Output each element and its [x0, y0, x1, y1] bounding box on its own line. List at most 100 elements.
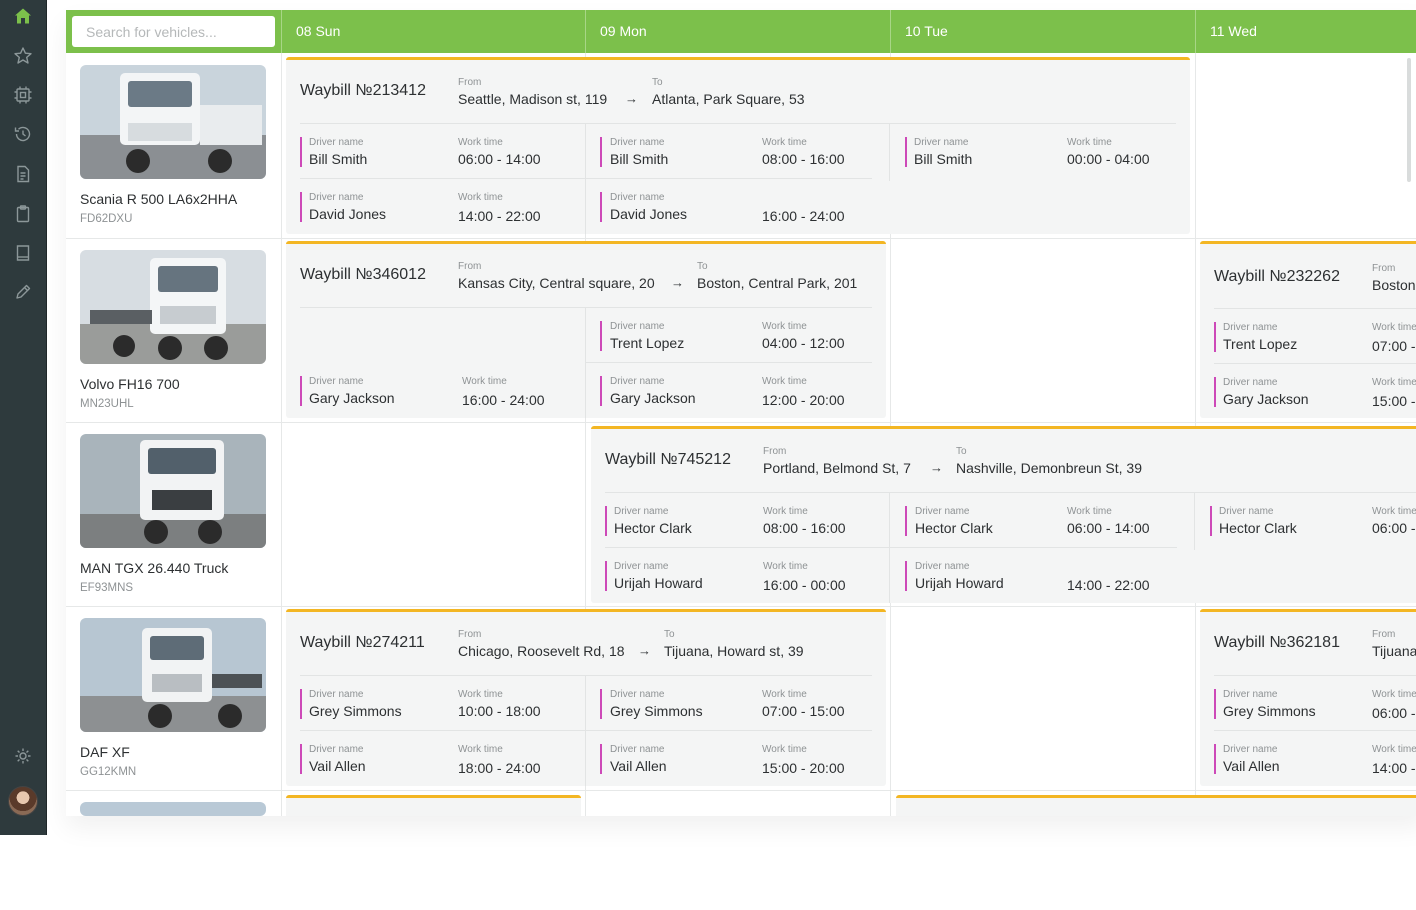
driver-name: David Jones [610, 206, 688, 222]
work-time: 10:00 - 18:00 [458, 703, 541, 719]
day-header-tue: 10 Tue [890, 10, 1195, 53]
work-time: 07:00 - [1372, 338, 1416, 354]
waybill-card[interactable]: Waybill №213412 From Seattle, Madison st… [286, 57, 1190, 234]
from-address: Portland, Belmond St, 7 [763, 460, 911, 476]
waybill-card[interactable] [896, 795, 1416, 816]
home-icon[interactable] [13, 6, 33, 26]
settings-icon[interactable] [13, 746, 33, 766]
vertical-scrollbar[interactable] [1407, 58, 1411, 182]
from-address: Tijuana [1372, 643, 1416, 659]
driver-name: Grey Simmons [610, 703, 703, 719]
from-address: Boston [1372, 277, 1416, 293]
from-label: From [1372, 629, 1396, 640]
to-label: To [664, 629, 675, 640]
driver-label: Driver name [610, 376, 665, 387]
from-address: Seattle, Madison st, 119 [458, 91, 608, 107]
work-time: 16:00 - 24:00 [462, 392, 545, 408]
day-header-wed: 11 Wed [1195, 10, 1416, 53]
driver-name: Urijah Howard [915, 575, 1004, 591]
driver-name: David Jones [309, 206, 387, 222]
arrow-right-icon: → [930, 460, 943, 475]
from-label: From [458, 629, 482, 640]
work-time: 15:00 - 20:00 [762, 760, 845, 776]
book-icon[interactable] [13, 243, 33, 263]
from-label: From [458, 77, 482, 88]
work-time: 16:00 - 00:00 [763, 577, 846, 593]
work-label: Work time [1372, 322, 1416, 333]
waybill-card[interactable]: Waybill №362181 From Tijuana Driver name… [1200, 609, 1416, 786]
to-address: Atlanta, Park Square, 53 [652, 91, 805, 107]
waybill-card[interactable]: Waybill №274211 From Chicago, Roosevelt … [286, 609, 886, 786]
work-time: 07:00 - 15:00 [762, 703, 845, 719]
driver-label: Driver name [1223, 744, 1278, 755]
truck-photo [80, 250, 266, 364]
driver-label: Driver name [914, 137, 969, 148]
driver-name: Trent Lopez [610, 335, 685, 351]
clipboard-icon[interactable] [13, 204, 33, 224]
driver-name: Urijah Howard [614, 575, 703, 591]
waybill-card[interactable]: Waybill №232262 From Boston Driver name … [1200, 241, 1416, 418]
work-time: 08:00 - 16:00 [763, 520, 846, 536]
work-label: Work time [1372, 506, 1416, 517]
work-time: 15:00 - [1372, 393, 1416, 409]
vehicle-name: DAF XF [80, 744, 130, 760]
driver-label: Driver name [309, 376, 364, 387]
driver-label: Driver name [309, 689, 364, 700]
vehicle-name: Volvo FH16 700 [80, 376, 180, 392]
history-icon[interactable] [13, 124, 33, 144]
driver-name: Hector Clark [915, 520, 993, 536]
driver-name: Vail Allen [1223, 758, 1280, 774]
driver-name: Grey Simmons [309, 703, 402, 719]
work-time: 16:00 - 24:00 [762, 208, 845, 224]
waybill-card[interactable] [286, 795, 581, 816]
avatar[interactable] [8, 786, 38, 816]
work-label: Work time [1372, 689, 1416, 700]
work-label: Work time [1372, 377, 1416, 388]
document-icon[interactable] [13, 164, 33, 184]
waybill-card[interactable]: Waybill №346012 From Kansas City, Centra… [286, 241, 886, 418]
to-label: To [697, 261, 708, 272]
search-input[interactable] [72, 16, 275, 47]
driver-label: Driver name [610, 689, 665, 700]
to-label: To [956, 446, 967, 457]
truck-photo [80, 618, 266, 732]
vehicle-row[interactable] [80, 802, 270, 816]
vehicle-row[interactable]: Volvo FH16 700 MN23UHL [80, 250, 270, 410]
driver-name: Trent Lopez [1223, 336, 1298, 352]
day-header-sun: 08 Sun [281, 10, 585, 53]
driver-name: Hector Clark [1219, 520, 1297, 536]
schedule-board: 08 Sun 09 Mon 10 Tue 11 Wed Scania R 500… [66, 10, 1416, 816]
driver-name: Vail Allen [610, 758, 667, 774]
work-time: 18:00 - 24:00 [458, 760, 541, 776]
driver-name: Gary Jackson [1223, 391, 1309, 407]
vehicle-row[interactable]: DAF XF GG12KMN [80, 618, 270, 778]
vehicle-row[interactable]: Scania R 500 LA6x2HHA FD62DXU [80, 65, 270, 225]
work-label: Work time [763, 561, 808, 572]
driver-label: Driver name [915, 561, 970, 572]
work-label: Work time [1372, 744, 1416, 755]
star-icon[interactable] [13, 46, 33, 66]
to-address: Tijuana, Howard st, 39 [664, 643, 804, 659]
truck-photo [80, 802, 266, 816]
driver-label: Driver name [1223, 322, 1278, 333]
driver-name: Hector Clark [614, 520, 692, 536]
waybill-card[interactable]: Waybill №745212 From Portland, Belmond S… [591, 426, 1416, 603]
work-time: 08:00 - 16:00 [762, 151, 845, 167]
pencil-icon[interactable] [13, 282, 33, 302]
from-address: Kansas City, Central square, 20 [458, 275, 655, 291]
chip-icon[interactable] [13, 85, 33, 105]
to-address: Nashville, Demonbreun St, 39 [956, 460, 1142, 476]
work-label: Work time [462, 376, 507, 387]
driver-label: Driver name [610, 192, 665, 203]
work-label: Work time [762, 137, 807, 148]
work-time: 04:00 - 12:00 [762, 335, 845, 351]
work-label: Work time [458, 744, 503, 755]
vehicle-row[interactable]: MAN TGX 26.440 Truck EF93MNS [80, 434, 270, 594]
driver-label: Driver name [614, 561, 669, 572]
work-label: Work time [458, 689, 503, 700]
driver-label: Driver name [309, 137, 364, 148]
waybill-title: Waybill №232262 [1214, 268, 1340, 285]
work-time: 00:00 - 04:00 [1067, 151, 1150, 167]
vehicle-name: MAN TGX 26.440 Truck [80, 560, 229, 576]
waybill-title: Waybill №362181 [1214, 634, 1340, 651]
